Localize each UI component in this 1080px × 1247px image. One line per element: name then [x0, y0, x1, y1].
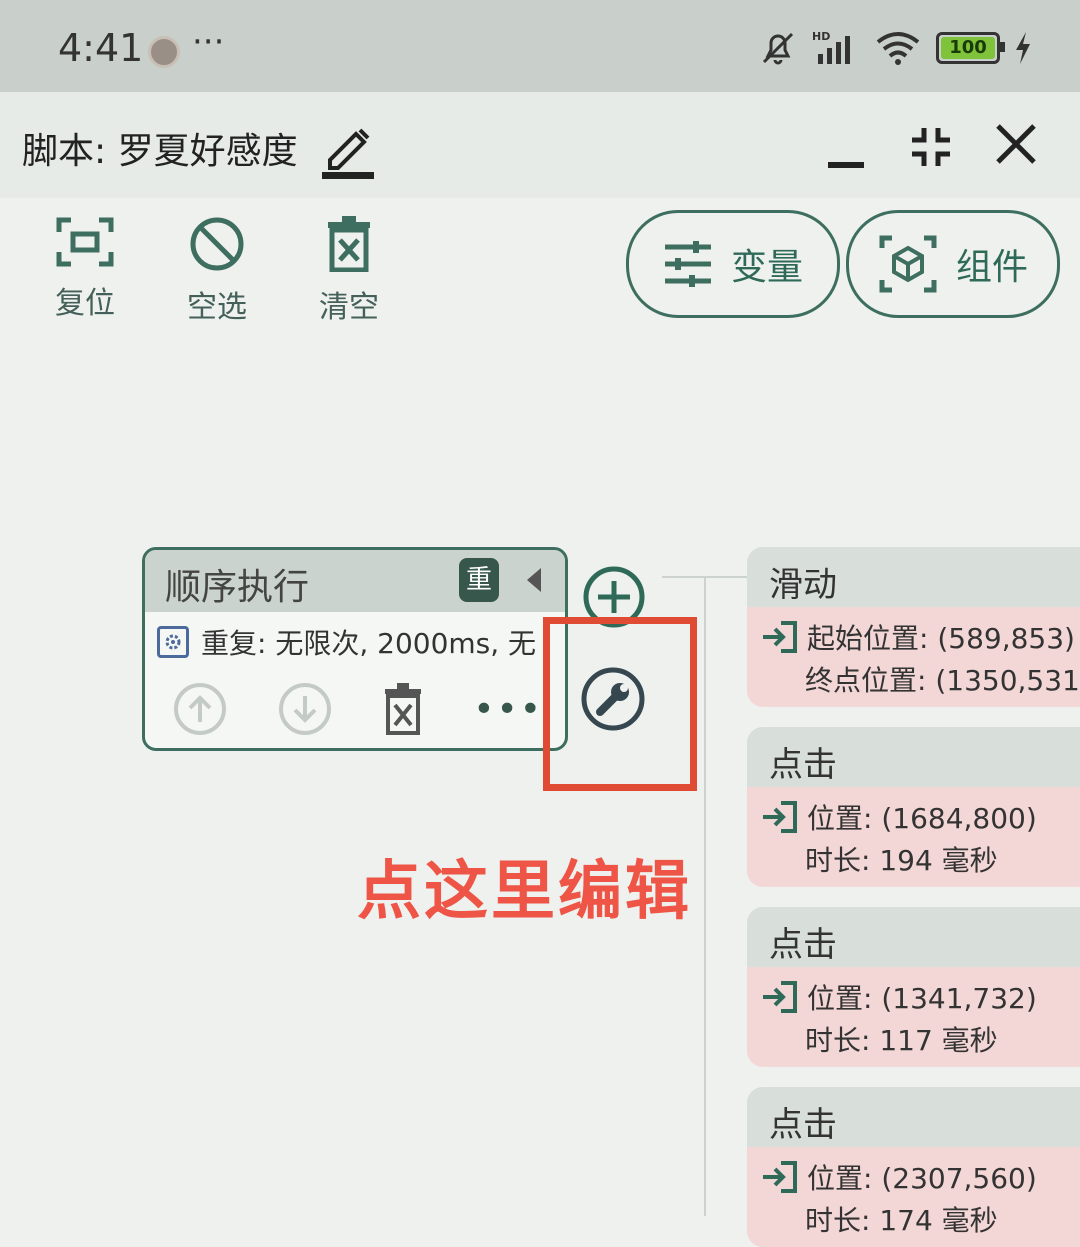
- highlight-box: [543, 617, 697, 791]
- annotation-text: 点这里编辑: [357, 855, 692, 929]
- enter-icon: [763, 1161, 797, 1193]
- repeat-badge: 重: [459, 558, 499, 602]
- more-notifications-indicator: ···: [192, 22, 225, 62]
- battery-icon: 100: [936, 32, 1005, 64]
- reset-label: 复位: [55, 286, 115, 321]
- settings-gear-icon: [157, 626, 189, 658]
- trash-icon: [328, 216, 370, 273]
- variables-label: 变量: [730, 247, 803, 288]
- sliders-icon: [664, 241, 711, 287]
- step-card-tap[interactable]: 点击 位置: (1341,732) 时长: 117 毫秒: [747, 907, 1080, 1067]
- battery-level: 100: [941, 37, 995, 59]
- signal-icon: HD: [812, 30, 850, 64]
- enter-icon: [763, 621, 797, 653]
- cube-icon: [879, 235, 937, 293]
- step-title: 点击: [769, 925, 837, 965]
- components-label: 组件: [955, 247, 1028, 288]
- step-card-tap[interactable]: 点击 位置: (1684,800) 时长: 194 毫秒: [747, 727, 1080, 887]
- collapse-arrow-icon[interactable]: [527, 568, 541, 592]
- minimize-button[interactable]: [828, 162, 864, 168]
- app-notification-icon: [148, 36, 180, 68]
- clear-button[interactable]: 清空: [304, 216, 394, 326]
- status-bar: 4:41 ··· HD 100: [0, 0, 1080, 92]
- deselect-label: 空选: [187, 290, 247, 325]
- more-options-icon[interactable]: •••: [473, 689, 543, 730]
- enter-icon: [763, 981, 797, 1013]
- step-duration: 时长: 117 毫秒: [805, 1024, 998, 1057]
- step-card-swipe[interactable]: 滑动 起始位置: (589,853) 终点位置: (1350,531): [747, 547, 1080, 707]
- svg-text:HD: HD: [812, 30, 830, 43]
- step-start-position: 起始位置: (589,853): [807, 622, 1075, 655]
- repeat-setting[interactable]: 重复: 无限次, 2000ms, 无: [157, 622, 565, 662]
- status-time: 4:41: [58, 26, 144, 70]
- clear-label: 清空: [319, 290, 379, 325]
- deselect-button[interactable]: 空选: [172, 216, 262, 326]
- shrink-window-icon[interactable]: [910, 126, 952, 168]
- step-position: 位置: (2307,560): [807, 1162, 1037, 1195]
- script-title: 脚本: 罗夏好感度: [22, 131, 298, 172]
- connector-line: [704, 576, 706, 1216]
- sequence-card-header: 顺序执行 重: [145, 550, 565, 612]
- sequence-card[interactable]: 顺序执行 重 重复: 无限次, 2000ms, 无 •••: [142, 547, 568, 751]
- step-title: 点击: [769, 1105, 837, 1145]
- components-button[interactable]: 组件: [846, 210, 1060, 318]
- delete-icon[interactable]: [383, 683, 423, 735]
- step-position: 位置: (1684,800): [807, 802, 1037, 835]
- bell-off-icon: [762, 32, 794, 65]
- sequence-card-title: 顺序执行: [165, 567, 310, 608]
- repeat-text: 重复: 无限次, 2000ms, 无: [201, 627, 537, 660]
- step-card-tap[interactable]: 点击 位置: (2307,560) 时长: 174 毫秒: [747, 1087, 1080, 1247]
- close-icon[interactable]: [994, 122, 1038, 166]
- wifi-icon: [876, 32, 920, 65]
- charging-icon: [1016, 32, 1030, 64]
- step-duration: 时长: 174 毫秒: [805, 1204, 998, 1237]
- reset-button[interactable]: 复位: [40, 216, 130, 322]
- step-end-position: 终点位置: (1350,531): [805, 664, 1080, 697]
- move-down-icon[interactable]: [278, 682, 332, 736]
- edit-icon[interactable]: [320, 120, 376, 180]
- reset-frame-icon: [56, 217, 114, 267]
- step-duration: 时长: 194 毫秒: [805, 844, 998, 877]
- step-title: 滑动: [769, 565, 837, 605]
- script-header: 脚本: 罗夏好感度: [0, 92, 1080, 198]
- block-icon: [190, 217, 244, 271]
- variables-button[interactable]: 变量: [626, 210, 840, 318]
- enter-icon: [763, 801, 797, 833]
- sequence-card-actions: •••: [173, 682, 543, 736]
- move-up-icon[interactable]: [173, 682, 227, 736]
- step-position: 位置: (1341,732): [807, 982, 1037, 1015]
- status-icons: HD 100: [758, 28, 1032, 68]
- step-title: 点击: [769, 745, 837, 785]
